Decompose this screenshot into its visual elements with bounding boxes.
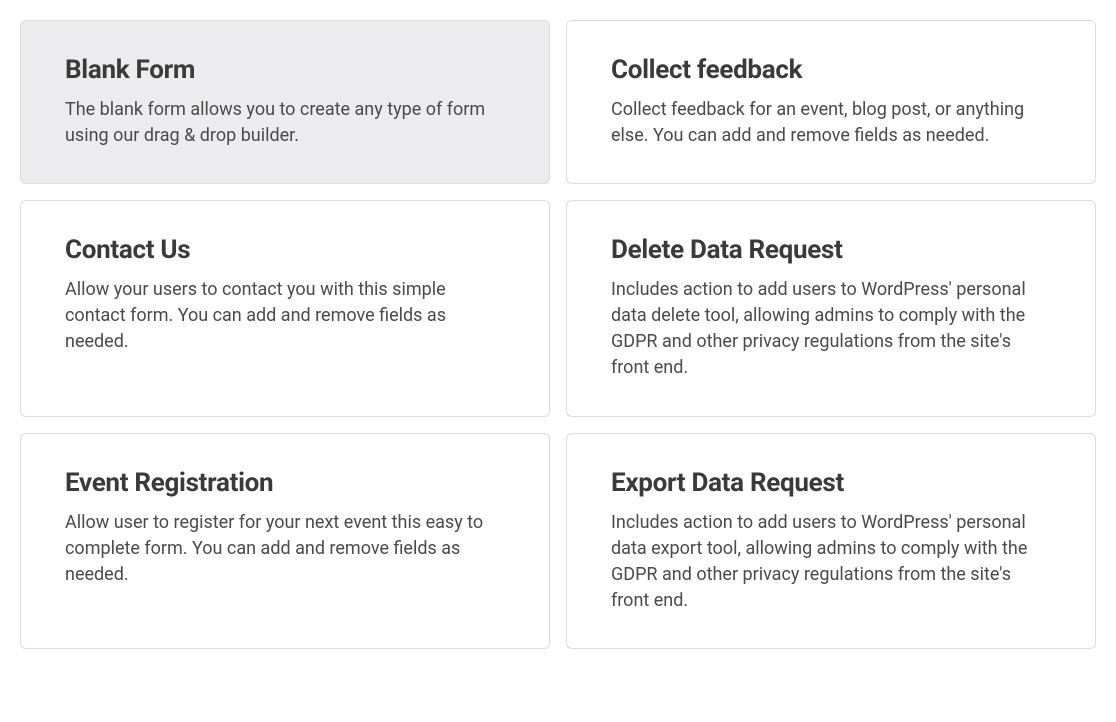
template-title: Delete Data Request — [611, 235, 1051, 265]
template-card-contact-us[interactable]: Contact Us Allow your users to contact y… — [20, 200, 550, 416]
template-description: Includes action to add users to WordPres… — [611, 510, 1051, 614]
template-description: Allow your users to contact you with thi… — [65, 277, 505, 355]
template-card-delete-data-request[interactable]: Delete Data Request Includes action to a… — [566, 200, 1096, 416]
template-title: Blank Form — [65, 55, 505, 85]
template-title: Contact Us — [65, 235, 505, 265]
template-description: The blank form allows you to create any … — [65, 97, 505, 149]
template-description: Includes action to add users to WordPres… — [611, 277, 1051, 381]
template-card-export-data-request[interactable]: Export Data Request Includes action to a… — [566, 433, 1096, 649]
template-title: Event Registration — [65, 468, 505, 498]
template-grid: Blank Form The blank form allows you to … — [20, 20, 1096, 649]
template-card-blank-form[interactable]: Blank Form The blank form allows you to … — [20, 20, 550, 184]
template-description: Collect feedback for an event, blog post… — [611, 97, 1051, 149]
template-description: Allow user to register for your next eve… — [65, 510, 505, 588]
template-card-collect-feedback[interactable]: Collect feedback Collect feedback for an… — [566, 20, 1096, 184]
template-card-event-registration[interactable]: Event Registration Allow user to registe… — [20, 433, 550, 649]
template-title: Collect feedback — [611, 55, 1051, 85]
template-title: Export Data Request — [611, 468, 1051, 498]
